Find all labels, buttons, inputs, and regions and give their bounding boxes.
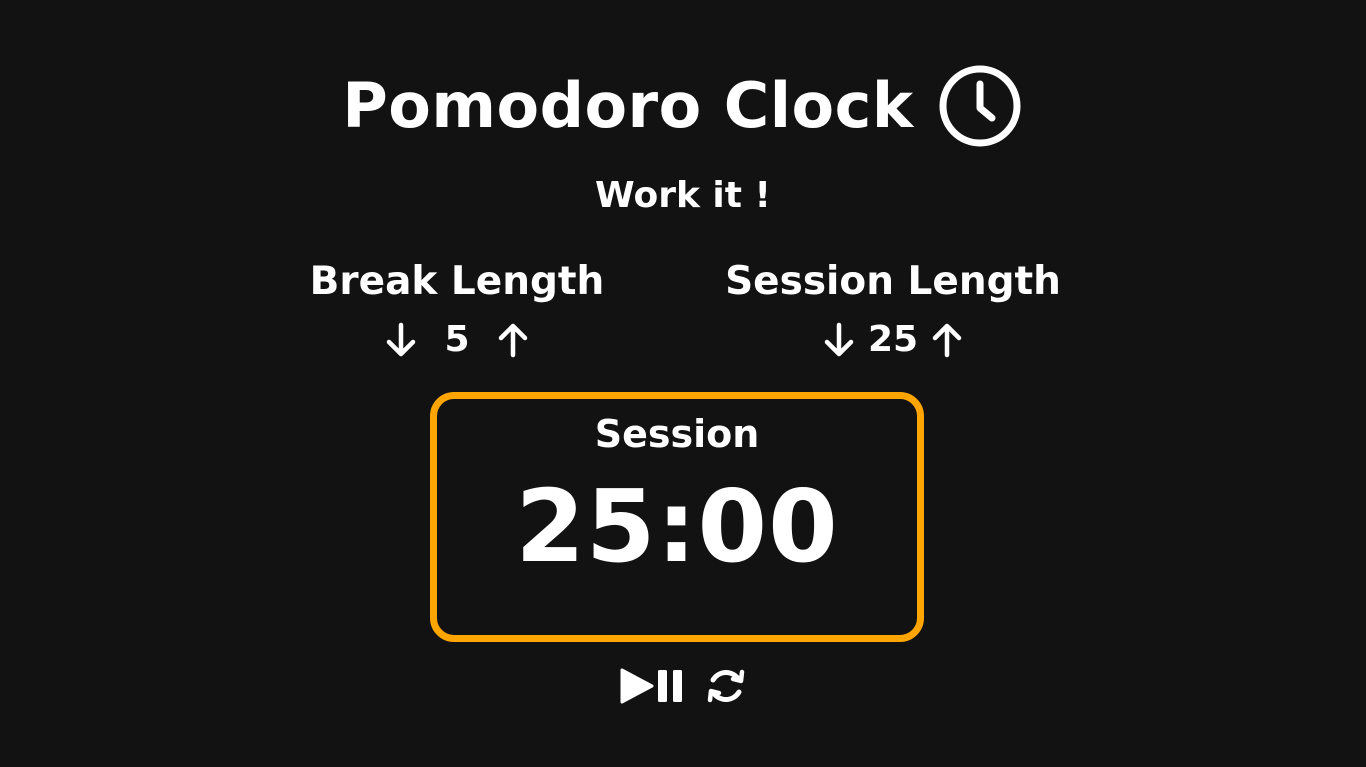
clock-icon bbox=[939, 65, 1021, 147]
session-length-control: Session Length 25 bbox=[700, 262, 1086, 361]
session-length-controls: 25 bbox=[700, 319, 1086, 361]
timer-label: Session bbox=[594, 412, 760, 456]
header: Pomodoro Clock bbox=[0, 62, 1366, 150]
arrow-down-icon bbox=[824, 322, 854, 357]
break-length-controls: 5 bbox=[290, 319, 624, 361]
play-pause-icon[interactable] bbox=[618, 666, 684, 706]
arrow-up-icon bbox=[932, 323, 962, 358]
session-length-value: 25 bbox=[867, 319, 919, 360]
time-left: 25:00 bbox=[515, 468, 839, 585]
refresh-icon[interactable] bbox=[704, 666, 748, 706]
break-decrement-button[interactable] bbox=[382, 321, 420, 359]
pomodoro-app: Pomodoro Clock Work it ! Break Length 5 … bbox=[0, 0, 1366, 767]
timer-display: Session 25:00 bbox=[430, 392, 924, 642]
arrow-down-icon bbox=[387, 322, 416, 357]
break-increment-button[interactable] bbox=[494, 321, 532, 359]
arrow-up-icon bbox=[498, 323, 527, 358]
subtitle: Work it ! bbox=[595, 175, 771, 216]
break-length-control: Break Length 5 bbox=[290, 262, 624, 361]
session-decrement-button[interactable] bbox=[820, 321, 858, 359]
break-length-label: Break Length bbox=[309, 259, 605, 304]
timer-controls bbox=[0, 666, 1366, 706]
break-length-value: 5 bbox=[444, 319, 470, 360]
session-increment-button[interactable] bbox=[928, 321, 966, 359]
session-length-label: Session Length bbox=[725, 259, 1061, 304]
page-title: Pomodoro Clock bbox=[342, 69, 914, 142]
